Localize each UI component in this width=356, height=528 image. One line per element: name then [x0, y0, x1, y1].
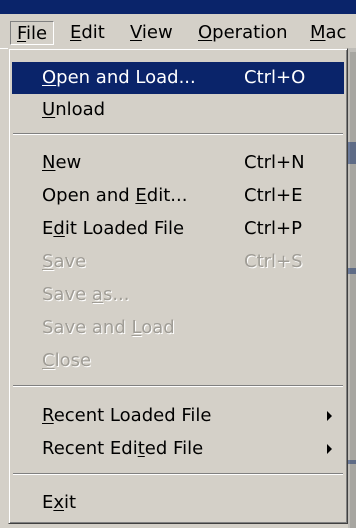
label-part: it Loaded File: [64, 218, 185, 239]
label-part: lose: [54, 350, 92, 371]
menu-item-save-and-load: Save and Load: [12, 312, 344, 344]
mnemonic: E: [135, 185, 147, 206]
menu-operation-mnemonic: O: [198, 22, 213, 43]
menu-file-label: ile: [26, 23, 48, 44]
mnemonic: U: [42, 99, 56, 120]
menu-edit[interactable]: Edit: [64, 21, 111, 45]
shortcut-text: Ctrl+N: [244, 152, 305, 173]
shortcut-text: Ctrl+P: [244, 218, 302, 239]
shortcut-text: Ctrl+O: [244, 67, 306, 88]
label-part: E: [42, 492, 54, 513]
menu-item-close: Close: [12, 345, 344, 377]
mnemonic: N: [42, 152, 56, 173]
menu-item-save: Save Ctrl+S: [12, 246, 344, 278]
menu-item-label: Recent Edited File: [42, 433, 203, 465]
label-part: Save and: [42, 317, 132, 338]
mnemonic: d: [53, 218, 65, 239]
mnemonic: S: [42, 251, 54, 272]
menu-bar: File Edit View Operation Mac: [0, 14, 356, 49]
label-part: E: [42, 218, 54, 239]
menu-edit-label: dit: [81, 22, 105, 43]
mnemonic: O: [42, 67, 57, 88]
app-window: File Edit View Operation Mac Open and Lo…: [0, 0, 356, 528]
menu-item-label: Save and Load: [42, 312, 175, 344]
menu-item-unload[interactable]: Unload: [12, 94, 344, 126]
menu-item-label: Save as...: [42, 279, 129, 311]
menu-separator: [13, 473, 343, 475]
label-part: dit...: [146, 185, 188, 206]
mnemonic: t: [137, 438, 145, 459]
mnemonic: C: [42, 350, 55, 371]
menu-item-open-and-edit[interactable]: Open and Edit... Ctrl+E: [12, 180, 344, 212]
menu-item-recent-loaded-file[interactable]: Recent Loaded File: [12, 400, 344, 432]
label-part: ew: [55, 152, 82, 173]
menu-item-label: Edit Loaded File: [42, 213, 184, 245]
menu-item-label: Close: [42, 345, 91, 377]
label-part: nload: [55, 99, 106, 120]
title-bar: [0, 0, 356, 14]
menu-file[interactable]: File: [10, 21, 55, 45]
menu-item-edit-loaded-file[interactable]: Edit Loaded File Ctrl+P: [12, 213, 344, 245]
label-part: Save: [42, 284, 92, 305]
menu-edit-mnemonic: E: [70, 22, 82, 43]
submenu-arrow-icon: [327, 444, 332, 454]
menu-file-mnemonic: F: [17, 23, 27, 44]
mnemonic: x: [53, 492, 65, 513]
label-part: ecent Loaded File: [53, 405, 212, 426]
menu-operation-label: peration: [212, 22, 288, 43]
label-part: oad: [141, 317, 175, 338]
menu-item-label: Exit: [42, 487, 76, 519]
menu-mac[interactable]: Mac: [304, 21, 352, 45]
menu-item-save-as: Save as...: [12, 279, 344, 311]
menu-mac-label: ac: [325, 22, 347, 43]
shortcut-text: Ctrl+S: [244, 251, 303, 272]
menu-operation[interactable]: Operation: [192, 21, 294, 45]
shortcut-text: Ctrl+E: [244, 185, 303, 206]
label-part: Open and: [42, 185, 136, 206]
menu-item-label: Open and Load...: [42, 62, 196, 94]
label-part: it: [64, 492, 77, 513]
mnemonic: a: [91, 284, 103, 305]
menu-item-label: Unload: [42, 94, 105, 126]
menu-item-label: New: [42, 147, 81, 179]
menu-item-new[interactable]: New Ctrl+N: [12, 147, 344, 179]
menu-item-label: Recent Loaded File: [42, 400, 211, 432]
menu-separator: [13, 133, 343, 135]
menu-item-label: Save: [42, 246, 86, 278]
menu-item-recent-edited-file[interactable]: Recent Edited File: [12, 433, 344, 465]
label-part: Recent Edi: [42, 438, 138, 459]
menu-separator: [13, 385, 343, 387]
menu-shadow: [350, 52, 356, 528]
file-menu-dropdown: Open and Load... Ctrl+O Unload New Ctrl+…: [8, 48, 348, 524]
menu-view[interactable]: View: [124, 21, 179, 45]
menu-view-label: iew: [141, 22, 173, 43]
submenu-arrow-icon: [327, 411, 332, 421]
menu-item-open-and-load[interactable]: Open and Load... Ctrl+O: [12, 62, 344, 94]
mnemonic: R: [42, 405, 54, 426]
mnemonic: L: [131, 317, 142, 338]
label-part: s...: [102, 284, 130, 305]
label-part: ed File: [144, 438, 204, 459]
label-part: pen and Load...: [56, 67, 196, 88]
menu-view-mnemonic: V: [130, 22, 142, 43]
label-part: ave: [53, 251, 87, 272]
menu-item-exit[interactable]: Exit: [12, 487, 344, 519]
menu-item-label: Open and Edit...: [42, 180, 187, 212]
menu-mac-mnemonic: M: [310, 22, 326, 43]
